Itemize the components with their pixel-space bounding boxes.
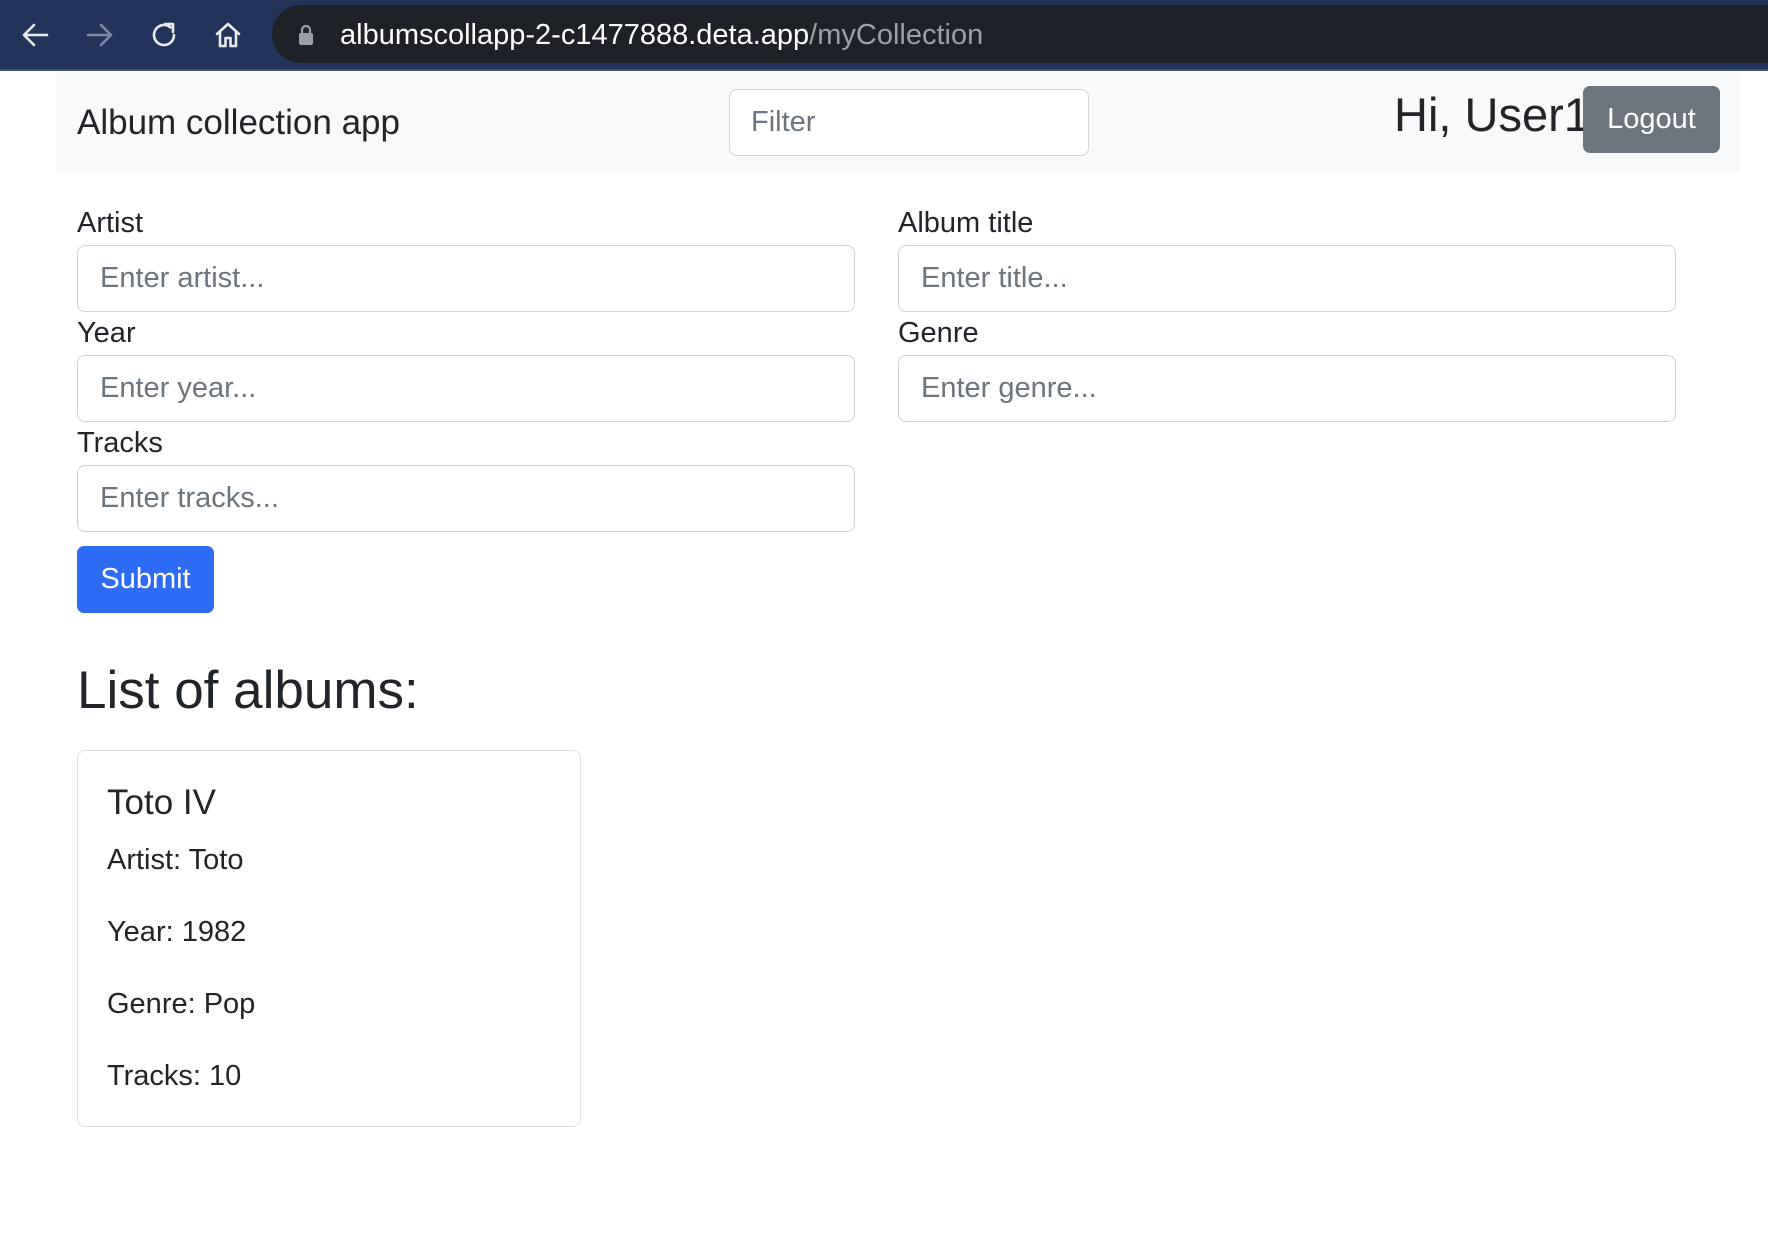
album-card: Toto IV Artist: Toto Year: 1982 Genre: P… bbox=[77, 750, 581, 1127]
user-greeting: Hi, User1 bbox=[1394, 88, 1590, 141]
forward-arrow-icon[interactable] bbox=[79, 14, 121, 56]
genre-label: Genre bbox=[898, 317, 979, 349]
app-navbar: Album collection app Hi, User1 Logout bbox=[56, 73, 1740, 173]
artist-label: Artist bbox=[77, 207, 144, 239]
album-artist: Artist: Toto bbox=[107, 844, 244, 876]
album-title-label: Album title bbox=[898, 207, 1034, 239]
album-year: Year: 1982 bbox=[107, 916, 247, 948]
filter-input[interactable] bbox=[729, 89, 1089, 156]
address-bar[interactable]: albumscollapp-2-c1477888.deta.app/myColl… bbox=[272, 5, 1768, 63]
app-brand[interactable]: Album collection app bbox=[77, 103, 400, 143]
album-title: Toto IV bbox=[107, 783, 216, 822]
tracks-field[interactable] bbox=[77, 465, 855, 532]
home-icon[interactable] bbox=[207, 14, 249, 56]
url-text: albumscollapp-2-c1477888.deta.app/myColl… bbox=[340, 19, 983, 51]
genre-field[interactable] bbox=[898, 355, 1676, 422]
url-path: /myCollection bbox=[809, 19, 984, 51]
lock-icon[interactable] bbox=[298, 24, 314, 51]
reload-icon[interactable] bbox=[143, 14, 185, 56]
back-arrow-icon[interactable] bbox=[14, 14, 56, 56]
submit-button[interactable]: Submit bbox=[77, 546, 214, 613]
tracks-label: Tracks bbox=[77, 427, 163, 459]
album-title-field[interactable] bbox=[898, 245, 1676, 312]
browser-toolbar: albumscollapp-2-c1477888.deta.app/myColl… bbox=[0, 0, 1768, 71]
album-tracks: Tracks: 10 bbox=[107, 1060, 242, 1092]
year-field[interactable] bbox=[77, 355, 855, 422]
artist-field[interactable] bbox=[77, 245, 855, 312]
albums-heading: List of albums: bbox=[77, 661, 419, 720]
url-host: albumscollapp-2-c1477888.deta.app bbox=[340, 19, 810, 51]
logout-button[interactable]: Logout bbox=[1583, 86, 1720, 153]
album-genre: Genre: Pop bbox=[107, 988, 256, 1020]
year-label: Year bbox=[77, 317, 136, 349]
